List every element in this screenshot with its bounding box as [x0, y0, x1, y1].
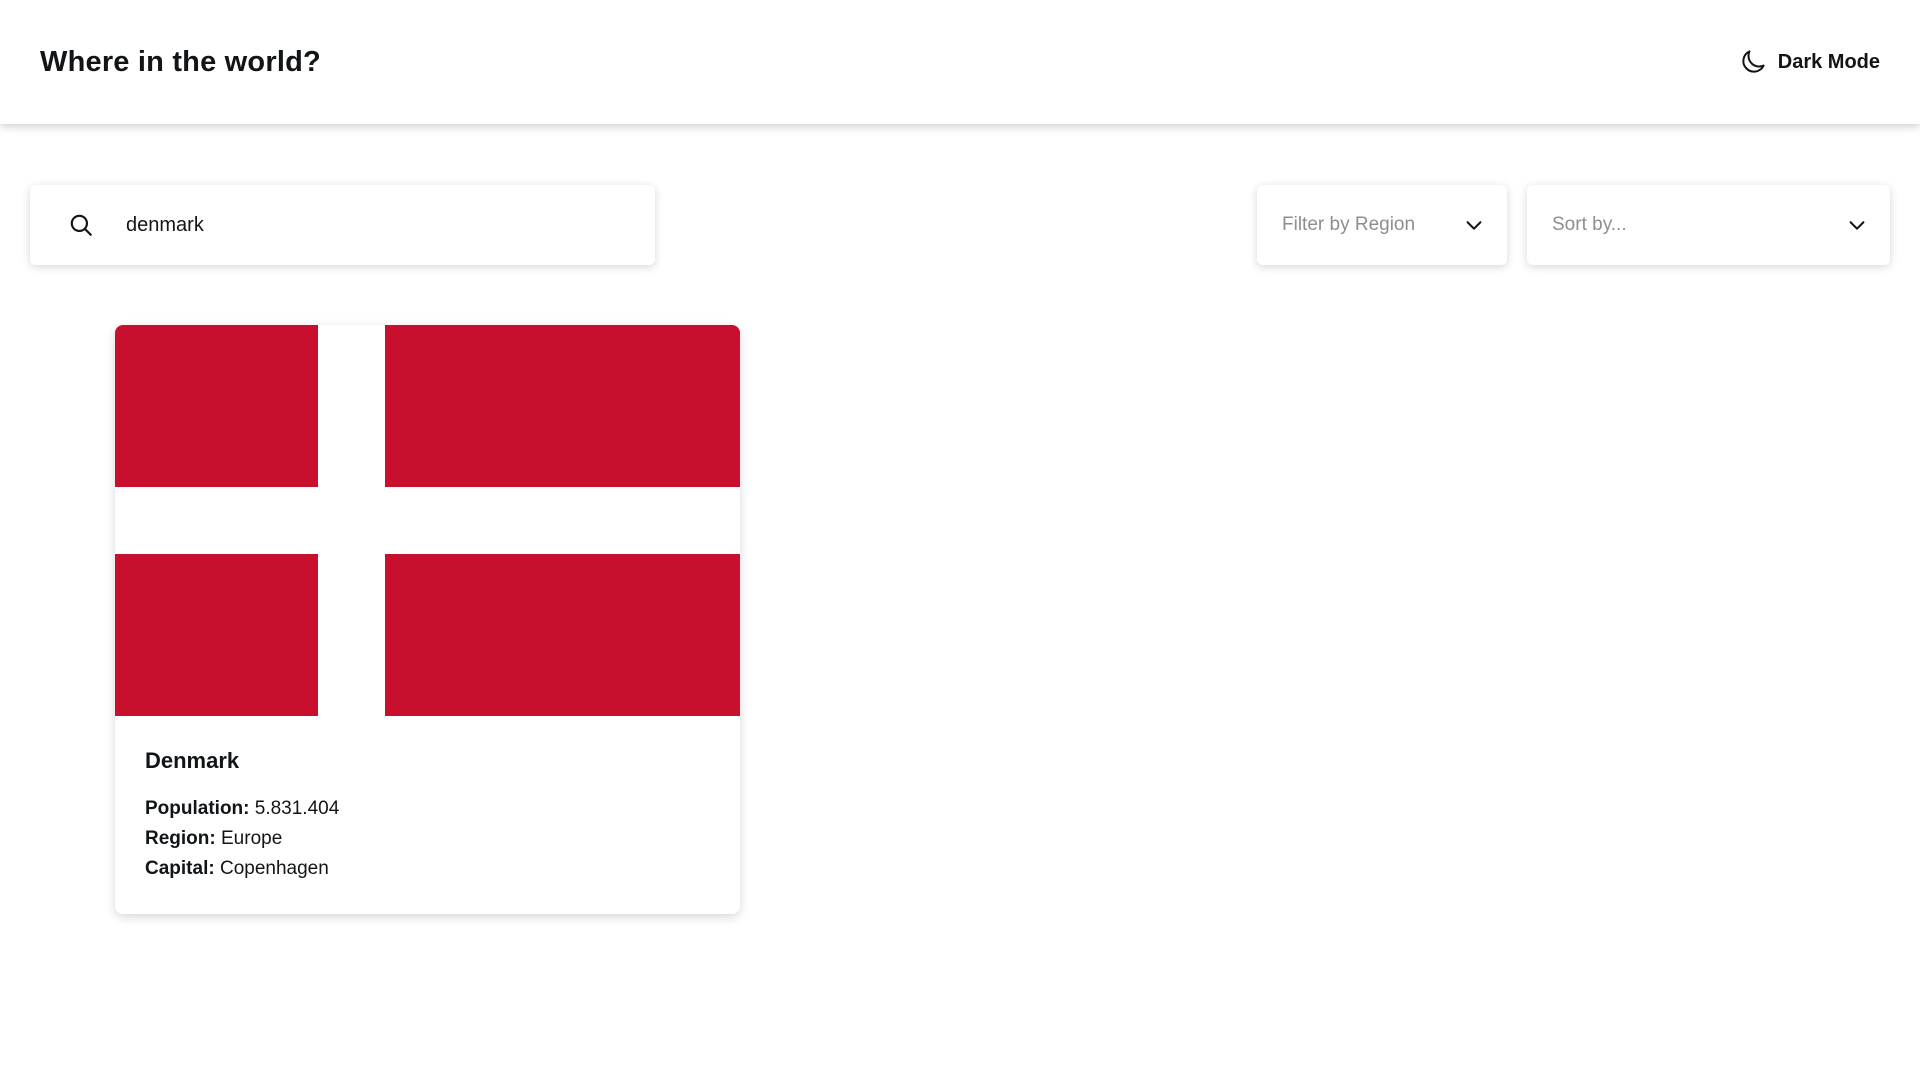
dark-mode-toggle[interactable]: Dark Mode [1738, 47, 1880, 77]
moon-icon [1738, 47, 1768, 77]
filter-by-region-label: Filter by Region [1282, 214, 1416, 235]
search-input[interactable] [126, 213, 606, 237]
sort-by-label: Sort by... [1552, 214, 1627, 235]
card-body: Denmark Population: 5.831.404 Region: Eu… [115, 716, 740, 884]
app-title: Where in the world? [40, 45, 321, 78]
chevron-down-icon [1463, 214, 1485, 236]
population-key: Population: [145, 798, 250, 819]
dark-mode-label: Dark Mode [1777, 50, 1880, 73]
app-header: Where in the world? Dark Mode [0, 0, 1920, 124]
capital-value: Copenhagen [219, 858, 329, 879]
country-name: Denmark [145, 748, 240, 773]
filter-by-region-select[interactable]: Filter by Region [1257, 185, 1507, 265]
controls-bar: Filter by Region Sort by... [30, 185, 1890, 265]
chevron-down-icon [1846, 214, 1868, 236]
population-row: Population: 5.831.404 [145, 794, 710, 824]
population-value: 5.831.404 [254, 798, 340, 819]
country-card[interactable]: Denmark Population: 5.831.404 Region: Eu… [115, 325, 740, 914]
denmark-flag [115, 325, 740, 716]
sort-by-select[interactable]: Sort by... [1527, 185, 1890, 265]
region-key: Region: [145, 828, 216, 849]
capital-key: Capital: [145, 858, 215, 879]
flag-cross-horizontal [115, 487, 740, 554]
capital-row: Capital: Copenhagen [145, 854, 710, 884]
search-icon [68, 212, 94, 238]
search-box[interactable] [30, 185, 655, 265]
region-row: Region: Europe [145, 824, 710, 854]
region-value: Europe [221, 828, 283, 849]
